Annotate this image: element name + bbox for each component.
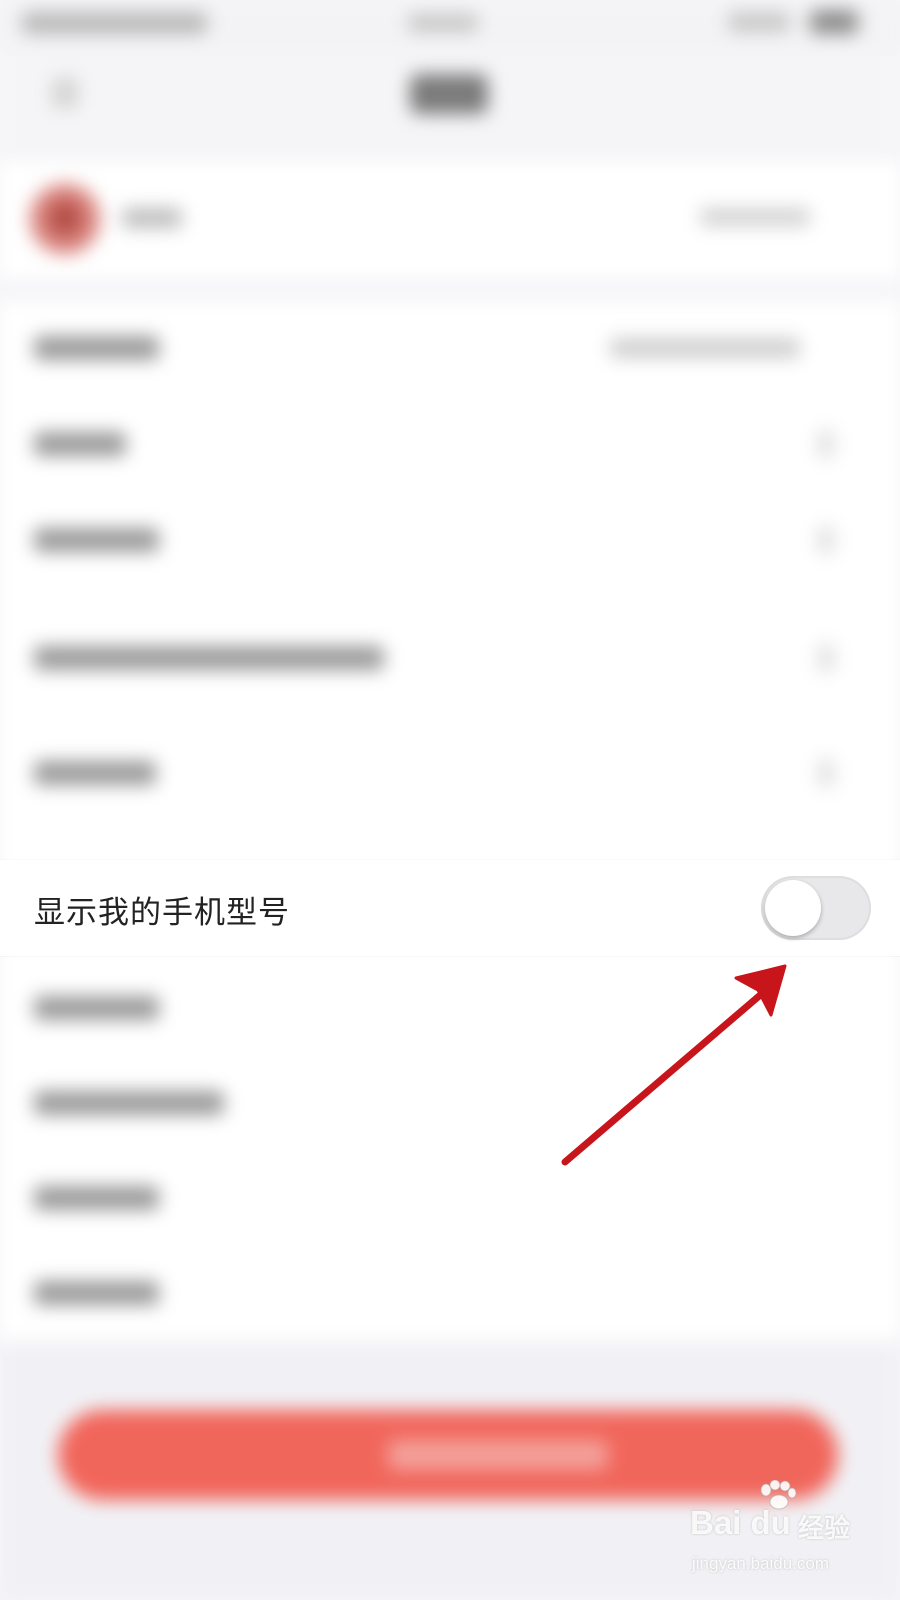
logout-button[interactable] bbox=[58, 1410, 838, 1500]
profile-detail bbox=[700, 208, 810, 226]
list-item[interactable] bbox=[0, 725, 900, 821]
list-item[interactable] bbox=[0, 1245, 900, 1341]
toggle-knob bbox=[765, 880, 821, 936]
list-item[interactable] bbox=[0, 396, 900, 492]
show-phone-model-toggle[interactable] bbox=[761, 876, 871, 940]
show-phone-model-label: 显示我的手机型号 bbox=[34, 895, 290, 931]
avatar bbox=[30, 184, 100, 254]
back-icon[interactable] bbox=[52, 78, 78, 108]
blurred-settings-screen bbox=[0, 0, 900, 1600]
profile-name bbox=[122, 208, 182, 228]
show-phone-model-row: 显示我的手机型号 bbox=[0, 860, 900, 956]
settings-list bbox=[0, 300, 900, 1340]
list-item[interactable] bbox=[0, 960, 900, 1056]
status-carrier bbox=[22, 12, 207, 34]
battery-icon bbox=[810, 10, 858, 34]
nav-bar bbox=[0, 50, 900, 140]
list-item[interactable] bbox=[0, 492, 900, 588]
status-bar bbox=[0, 0, 900, 50]
list-item[interactable] bbox=[0, 610, 900, 706]
profile-row[interactable] bbox=[0, 160, 900, 280]
list-item[interactable] bbox=[0, 300, 900, 396]
status-icons bbox=[728, 12, 790, 32]
logout-label bbox=[388, 1440, 608, 1470]
status-time bbox=[408, 14, 478, 32]
page-title bbox=[410, 74, 488, 114]
list-item[interactable] bbox=[0, 1150, 900, 1246]
list-item[interactable] bbox=[0, 1055, 900, 1151]
